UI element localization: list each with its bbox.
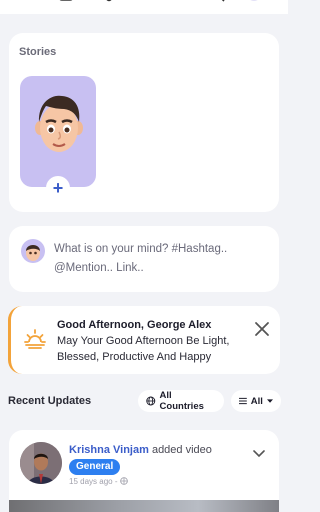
- caret-down-icon: [266, 398, 273, 403]
- add-story-button[interactable]: +: [46, 176, 70, 200]
- home-icon[interactable]: [58, 0, 74, 6]
- friends-icon[interactable]: [96, 0, 112, 6]
- memoji-avatar: [34, 92, 84, 158]
- post-action-text: added video: [148, 444, 212, 456]
- composer-input[interactable]: What is on your mind? #Hashtag.. @Mentio…: [54, 240, 264, 278]
- messages-icon[interactable]: [134, 0, 150, 6]
- public-globe-icon: [119, 477, 128, 485]
- notifications-icon[interactable]: [172, 0, 188, 6]
- type-filter-label: All: [250, 395, 263, 407]
- close-icon[interactable]: [254, 321, 270, 337]
- plus-icon: +: [52, 178, 64, 198]
- greeting-message: May Your Good Afternoon Be Light, Blesse…: [57, 335, 230, 363]
- post-card: Krishna Vinjam added video General 15 da…: [9, 430, 279, 512]
- post-header-line: Krishna Vinjam added video: [69, 444, 212, 456]
- top-navigation: [0, 0, 288, 14]
- post-video-thumbnail[interactable]: [9, 500, 279, 512]
- post-composer[interactable]: What is on your mind? #Hashtag.. @Mentio…: [9, 226, 279, 292]
- list-icon: [239, 397, 247, 405]
- sunset-icon: [24, 327, 46, 349]
- greeting-card: Good Afternoon, George Alex May Your Goo…: [8, 306, 280, 374]
- search-icon[interactable]: [210, 0, 226, 6]
- stories-card: Stories +: [9, 33, 279, 212]
- author-avatar[interactable]: [20, 442, 62, 484]
- recent-updates-label: Recent Updates: [8, 395, 92, 407]
- post-time-text: 15 days ago -: [69, 477, 118, 486]
- add-story-card[interactable]: +: [20, 76, 96, 200]
- type-filter-dropdown[interactable]: All: [231, 390, 281, 412]
- category-badge[interactable]: General: [69, 459, 121, 475]
- country-filter-button[interactable]: All Countries: [138, 390, 224, 412]
- profile-avatar-icon[interactable]: [246, 0, 262, 6]
- post-timestamp: 15 days ago -: [69, 477, 128, 486]
- greeting-title: Good Afternoon, George Alex: [57, 319, 212, 331]
- menu-icon[interactable]: [21, 0, 37, 6]
- author-name-link[interactable]: Krishna Vinjam: [69, 444, 149, 456]
- country-filter-label: All Countries: [159, 390, 204, 412]
- stories-title: Stories: [19, 46, 57, 58]
- chevron-down-icon[interactable]: [253, 445, 265, 458]
- globe-icon: [146, 396, 156, 406]
- user-avatar: [21, 239, 45, 263]
